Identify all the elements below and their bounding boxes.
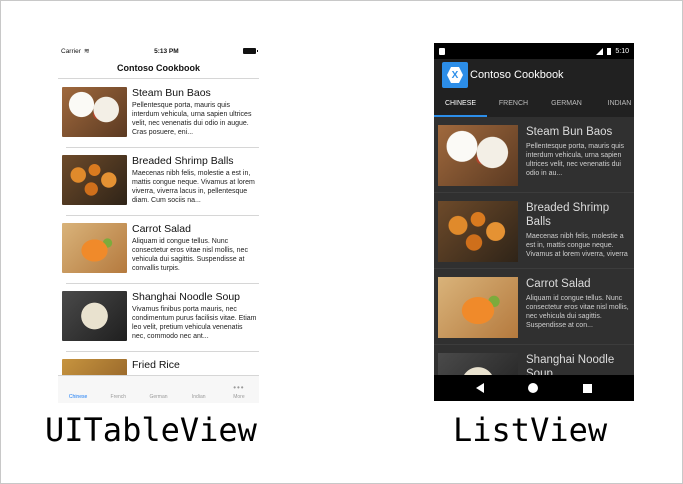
recipe-image bbox=[62, 291, 127, 341]
recipe-image bbox=[438, 201, 518, 262]
recipe-image bbox=[438, 277, 518, 338]
back-icon[interactable] bbox=[476, 383, 485, 393]
recipe-image bbox=[62, 87, 127, 137]
list-item[interactable]: Carrot Salad Aliquam id congue tellus. N… bbox=[434, 269, 634, 345]
android-app-title: Contoso Cookbook bbox=[470, 69, 564, 81]
ios-nav-title: Contoso Cookbook bbox=[58, 59, 259, 79]
recipe-name: Shanghai Noodle Soup bbox=[132, 291, 241, 303]
list-item[interactable]: Shanghai Noodle Soup bbox=[434, 345, 634, 375]
more-icon: ••• bbox=[233, 383, 245, 392]
tab-label: Indian bbox=[191, 394, 206, 400]
tab-french[interactable]: FRENCH bbox=[487, 91, 540, 117]
caption-listview: ListView bbox=[453, 411, 608, 449]
tab-chinese[interactable]: CHINESE bbox=[434, 91, 487, 117]
table-row[interactable]: Steam Bun Baos Pellentesque porta, mauri… bbox=[58, 80, 259, 148]
android-app-bar: X Contoso Cookbook bbox=[434, 59, 634, 91]
tab-indian[interactable]: Indian bbox=[179, 376, 219, 403]
tab-label: More bbox=[233, 394, 245, 400]
recipe-name: Steam Bun Baos bbox=[526, 126, 613, 138]
list-item[interactable]: Breaded Shrimp Balls Maecenas nibh felis… bbox=[434, 193, 634, 269]
recipe-description: Aliquam id congue tellus. Nunc consectet… bbox=[132, 238, 248, 272]
android-status-bar: 5:10 bbox=[434, 43, 634, 59]
tab-label: Chinese bbox=[68, 394, 88, 400]
ios-table-view[interactable]: Steam Bun Baos Pellentesque porta, mauri… bbox=[58, 80, 259, 375]
tab-label: French bbox=[110, 394, 127, 400]
table-row[interactable]: Carrot Salad Aliquam id congue tellus. N… bbox=[58, 216, 259, 284]
recents-icon[interactable] bbox=[582, 383, 592, 393]
android-list-view[interactable]: Steam Bun Baos Pellentesque porta, mauri… bbox=[434, 117, 634, 375]
android-nav-bar bbox=[434, 375, 634, 401]
recipe-name: Shanghai Noodle Soup bbox=[526, 354, 615, 375]
recipe-image bbox=[62, 223, 127, 273]
list-item[interactable]: Steam Bun Baos Pellentesque porta, mauri… bbox=[434, 117, 634, 193]
table-row[interactable]: Breaded Shrimp Balls Maecenas nibh felis… bbox=[58, 148, 259, 216]
recipe-name: Steam Bun Baos bbox=[132, 87, 211, 99]
tab-more[interactable]: ••• More bbox=[219, 376, 259, 403]
android-tab-strip: CHINESE FRENCH GERMAN INDIAN bbox=[434, 91, 634, 117]
recipe-description: Maecenas nibh felis, molestie a est in, … bbox=[526, 233, 628, 258]
recipe-image bbox=[438, 125, 518, 186]
ios-tab-bar: Chinese French German Indian ••• More bbox=[58, 375, 259, 403]
recipe-name: Carrot Salad bbox=[526, 278, 591, 290]
figure-frame: Carrier ≋ 5:13 PM Contoso Cookbook Steam… bbox=[0, 0, 683, 484]
xamarin-logo-icon: X bbox=[442, 62, 468, 88]
recipe-image bbox=[438, 353, 518, 375]
battery-icon bbox=[607, 47, 612, 55]
home-icon[interactable] bbox=[528, 383, 539, 393]
recipe-name: Carrot Salad bbox=[132, 223, 191, 235]
ios-status-bar: Carrier ≋ 5:13 PM bbox=[58, 43, 259, 59]
battery-icon bbox=[242, 48, 258, 54]
table-row[interactable]: Fried Rice bbox=[58, 352, 259, 375]
android-status-time: 5:10 bbox=[615, 47, 629, 55]
carrier-label: Carrier bbox=[61, 47, 81, 55]
recipe-description: Aliquam id congue tellus. Nunc consectet… bbox=[526, 295, 629, 329]
ios-status-time: 5:13 PM bbox=[154, 47, 179, 55]
tab-indian[interactable]: INDIAN bbox=[593, 91, 634, 117]
recipe-description: Maecenas nibh felis, molestie a est in, … bbox=[132, 170, 255, 204]
caption-uitableview: UITableView bbox=[45, 411, 257, 449]
recipe-image bbox=[62, 155, 127, 205]
recipe-description: Pellentesque porta, mauris quis interdum… bbox=[526, 143, 625, 177]
signal-icon bbox=[596, 47, 604, 55]
recipe-image bbox=[62, 359, 127, 375]
recipe-name: Breaded Shrimp Balls bbox=[132, 155, 234, 167]
ios-screen: Carrier ≋ 5:13 PM Contoso Cookbook Steam… bbox=[58, 43, 259, 403]
recipe-description: Vivamus finibus porta mauris, nec condim… bbox=[132, 306, 257, 340]
recipe-name: Fried Rice bbox=[132, 359, 180, 371]
recipe-description: Pellentesque porta, mauris quis interdum… bbox=[132, 102, 252, 136]
table-row[interactable]: Shanghai Noodle Soup Vivamus finibus por… bbox=[58, 284, 259, 352]
recipe-name: Breaded Shrimp Balls bbox=[526, 202, 610, 228]
tab-french[interactable]: French bbox=[98, 376, 138, 403]
wifi-icon: ≋ bbox=[83, 47, 90, 55]
tab-chinese[interactable]: Chinese bbox=[58, 376, 98, 403]
tab-label: German bbox=[149, 394, 168, 400]
android-screen: 5:10 X Contoso Cookbook CHINESE FRENCH G… bbox=[434, 43, 634, 401]
sd-card-icon bbox=[439, 47, 445, 55]
tab-german[interactable]: GERMAN bbox=[540, 91, 593, 117]
tab-german[interactable]: German bbox=[138, 376, 178, 403]
